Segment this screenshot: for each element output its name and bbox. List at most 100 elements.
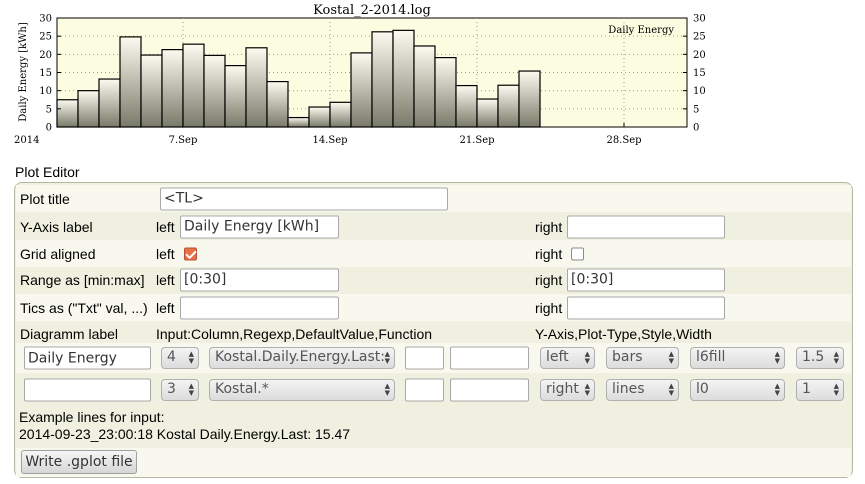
spinner-arrows-icon: ▲ ▼ [833,382,839,397]
style-select[interactable]: l6fill ▲ ▼ [690,347,785,369]
grid-left-checkbox[interactable] [184,247,197,260]
series-row-2: 3 ▲ ▼ Kostal.* ▲ ▼ right ▲ ▼ lines ▲ ▼ l0 ▲ ▼ 1 ▲ ▼ [16,375,851,405]
bar-2.Sep [77,90,100,128]
x-tick-label: 7.Sep [169,135,198,146]
spinner-arrows-icon: ▲ ▼ [384,350,390,365]
yaxis-left-input[interactable] [180,215,339,238]
width-select[interactable]: 1 ▲ ▼ [796,379,844,401]
plot-type-select[interactable]: bars ▲ ▼ [606,347,679,369]
y-tick-label-right: 25 [693,32,706,43]
bar-18.Sep [413,45,436,128]
bar-13.Sep [308,106,331,128]
chart-svg: 0 0 5 5 10 10 15 15 20 20 25 25 30 30 7.Sep 14.Sep 21.Se… [14,3,706,146]
range-left-input[interactable] [180,268,339,291]
range-left-text: left [156,271,175,288]
row-yaxis-label: Y-Axis label left right [16,213,851,240]
yaxis-right-text: right [535,218,563,235]
bar-9.Sep [224,64,247,128]
row-tics: Tics as ("Txt" val, ...) left right [16,294,851,321]
style-select[interactable]: l0 ▲ ▼ [690,379,785,401]
energy-chart: 0 0 5 5 10 10 15 15 20 20 25 25 30 30 7.Sep 14.Sep 21.Se… [0,0,865,150]
bar-22.Sep [497,84,520,128]
column-select[interactable]: 3 ▲ ▼ [161,379,199,401]
axis-select[interactable]: left ▲ ▼ [540,347,595,369]
bar-16.Sep [371,31,394,128]
series-label-input[interactable] [24,346,151,370]
range-right-text: right [535,271,563,288]
y-tick-label-left: 20 [39,50,52,61]
yaxis-header: Y-Axis,Plot-Type,Style,Width [535,325,712,342]
bar-6.Sep [161,49,184,128]
bar-23.Sep [518,70,541,128]
x-tick-label: 21.Sep [459,135,494,146]
grid-right-checkbox[interactable] [571,247,584,260]
tics-left-text: left [156,299,175,316]
tics-right-text: right [535,299,563,316]
spinner-arrows-icon: ▲ ▼ [384,382,390,397]
series-row-1: 4▲▼ Kostal.Daily.Energy.Last:▲▼ left▲▼ b… [16,343,851,373]
bar-8.Sep [203,54,226,128]
bar-4.Sep [119,36,142,128]
y-tick-label-left: 10 [39,86,52,97]
y-tick-label-right: 5 [693,104,699,115]
default-value-input[interactable] [405,346,444,370]
legend-text: Daily Energy [608,25,674,36]
yaxis-right-input[interactable] [567,215,725,238]
tics-left-input[interactable] [180,296,339,319]
example-line: 2014-09-23_23:00:18 Kostal Daily.Energy.… [19,426,351,442]
bar-15.Sep [350,52,373,128]
series-label-input[interactable] [24,378,151,402]
y-tick-label-right: 20 [693,50,706,61]
plot-title-input[interactable] [160,187,448,210]
row-write-button: Write .gplot file [16,448,851,477]
range-label: Range as [min:max] [20,271,145,288]
tics-right-input[interactable] [567,296,725,319]
y-tick-label-right: 0 [693,123,699,134]
bar-7.Sep [182,43,205,128]
bar-17.Sep [392,29,415,128]
y-tick-label-left: 5 [46,104,52,115]
y-tick-label-right: 15 [693,68,706,79]
spinner-arrows-icon: ▲ ▼ [188,382,194,397]
row-grid-aligned: Grid aligned left right [16,240,851,267]
column-select[interactable]: 4 ▲ ▼ [161,347,199,369]
row-range: Range as [min:max] left right [16,266,851,293]
spinner-arrows-icon: ▲ ▼ [668,350,674,365]
y-tick-label-right: 30 [693,14,706,25]
diagram-label-header: Diagramm label [20,325,119,342]
x-start-label: 2014 [14,135,39,146]
bar-5.Sep [140,54,163,128]
axis-select[interactable]: right ▲ ▼ [540,379,595,401]
spinner-arrows-icon: ▲ ▼ [584,350,590,365]
example-block: Example lines for input: 2014-09-23_23:0… [19,409,350,443]
range-right-input[interactable] [567,268,725,291]
plot-type-select[interactable]: lines ▲ ▼ [606,379,679,401]
default-value-input[interactable] [405,378,444,402]
bar-19.Sep [434,57,457,128]
plot-editor-heading: Plot Editor [15,164,80,180]
bar-1.Sep [56,99,79,128]
function-input[interactable] [450,378,529,402]
y-tick-label-left: 30 [39,14,52,25]
regexp-select[interactable]: Kostal.* ▲ ▼ [209,379,395,401]
regexp-select[interactable]: Kostal.Daily.Energy.Last: ▲ ▼ [209,347,395,369]
y-tick-label-left: 25 [39,32,52,43]
yaxis-label-label: Y-Axis label [20,218,93,235]
row-plot-title: Plot title [16,185,851,212]
spinner-arrows-icon: ▲ ▼ [668,382,674,397]
y-tick-label-right: 10 [693,86,706,97]
bar-20.Sep [455,84,478,128]
spinner-arrows-icon: ▲ ▼ [833,350,839,365]
y-tick-label-left: 15 [39,68,52,79]
width-select[interactable]: 1.5 ▲ ▼ [796,347,844,369]
write-gplot-button[interactable]: Write .gplot file [21,450,137,474]
spinner-arrows-icon: ▲ ▼ [584,382,590,397]
spinner-arrows-icon: ▲ ▼ [188,350,194,365]
y-axis-label: Daily Energy [kWh] [18,22,29,122]
grid-left-text: left [156,245,175,262]
tics-label: Tics as ("Txt" val, ...) [20,299,148,316]
plot-title-label: Plot title [20,190,70,207]
grid-aligned-label: Grid aligned [20,245,96,262]
function-input[interactable] [450,346,529,370]
bar-11.Sep [266,80,289,128]
